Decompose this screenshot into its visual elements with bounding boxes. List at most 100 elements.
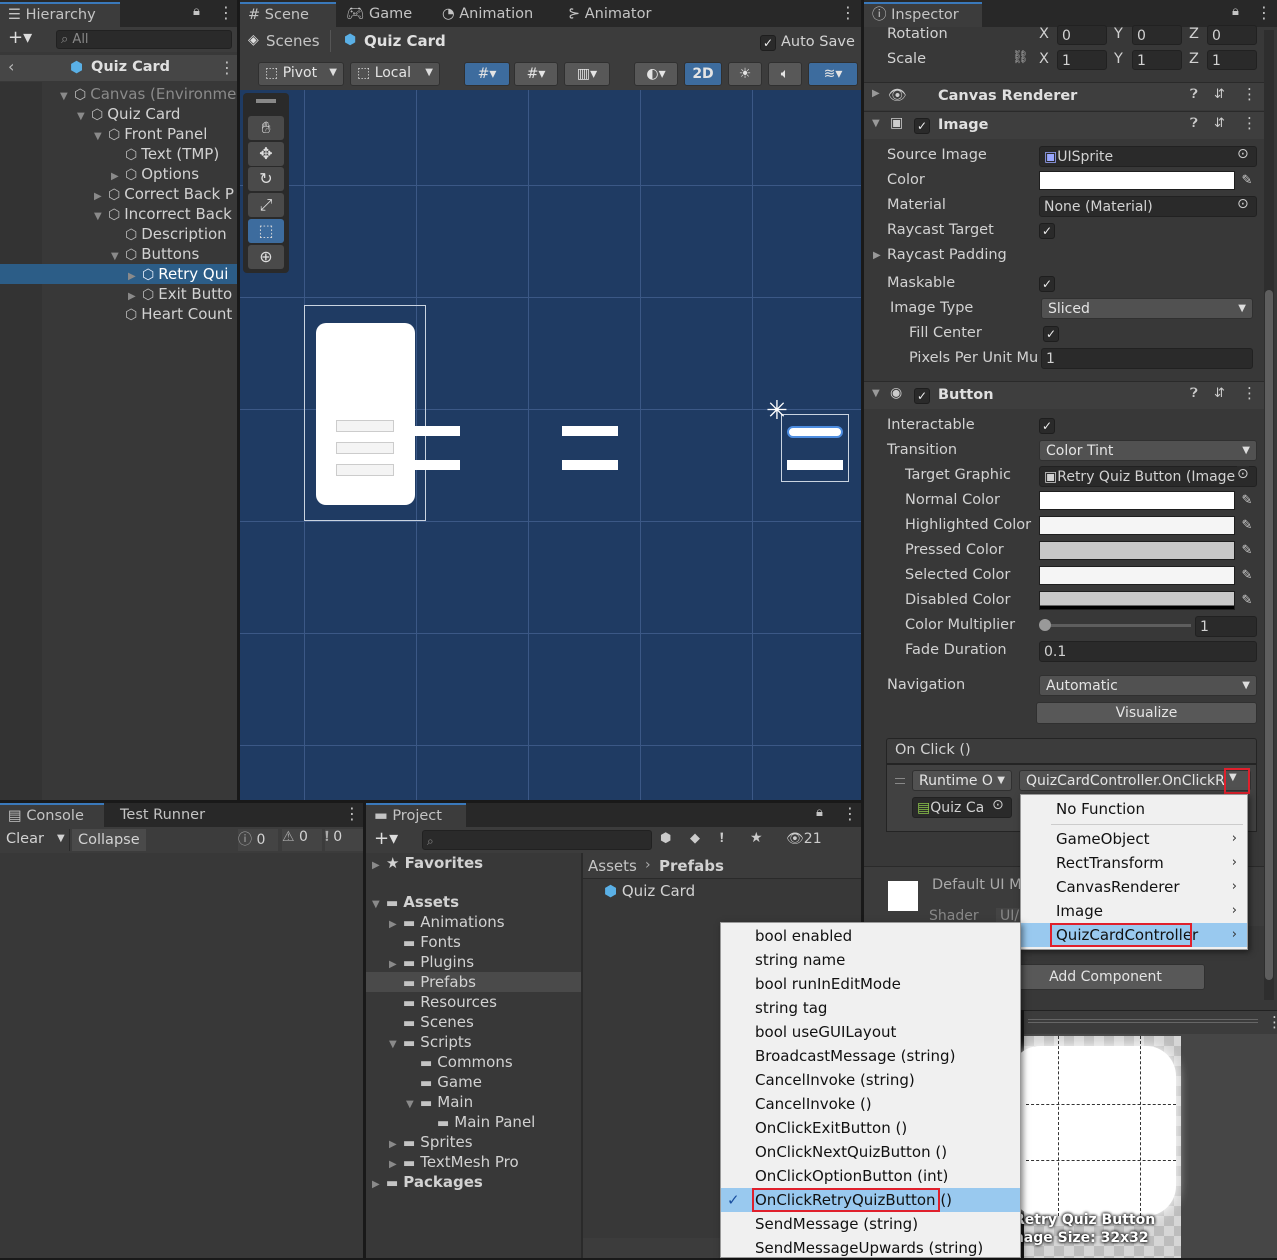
disabled-color-swatch[interactable]: [1039, 591, 1235, 610]
selected-color-swatch[interactable]: [1039, 566, 1235, 585]
project-folder-item[interactable]: ▬ Scenes: [366, 1012, 581, 1032]
breadcrumb-scenes[interactable]: Scenes: [266, 32, 320, 50]
project-folder-item[interactable]: ▬ Prefabs: [366, 972, 581, 992]
link-icon[interactable]: ⛓: [1012, 50, 1029, 65]
raycast-padding-label[interactable]: Raycast Padding: [887, 247, 1007, 263]
menu-item[interactable]: OnClickOptionButton (int): [721, 1164, 1020, 1188]
hierarchy-item[interactable]: ⬡ Heart Count: [0, 304, 237, 324]
help-icon[interactable]: ❓︎: [1190, 116, 1198, 131]
console-menu-icon[interactable]: [344, 804, 348, 823]
scene-button[interactable]: [404, 460, 460, 470]
project-search-input[interactable]: ⌕: [422, 830, 652, 850]
highlighted-color-swatch[interactable]: [1039, 516, 1235, 535]
back-icon[interactable]: ‹: [8, 57, 14, 76]
info-count-button[interactable]: ⓘ 0: [238, 829, 278, 851]
menu-item[interactable]: OnClickNextQuizButton (): [721, 1140, 1020, 1164]
auto-save-checkbox[interactable]: ✓: [760, 35, 776, 51]
preview-menu-icon[interactable]: ⋮: [1267, 1013, 1277, 1031]
component-menu-icon[interactable]: ⋮: [1242, 384, 1257, 402]
hidden-count[interactable]: 👁︎21: [786, 831, 822, 847]
hierarchy-item[interactable]: ▼ ⬡ Front Panel: [0, 124, 237, 144]
hierarchy-item[interactable]: ▼ ⬡ Quiz Card: [0, 104, 237, 124]
function-dropdown[interactable]: QuizCardController.OnClickR: [1019, 770, 1251, 791]
scene-button[interactable]: [404, 426, 460, 436]
hierarchy-item[interactable]: ▼ ⬡ Canvas (Environme: [0, 84, 237, 104]
menu-item[interactable]: Image ›: [1021, 899, 1247, 923]
eyedropper-icon[interactable]: ✎: [1237, 516, 1257, 536]
eyedropper-icon[interactable]: ✎: [1237, 591, 1257, 611]
project-folder-item[interactable]: ▶ ▬ TextMesh Pro: [366, 1152, 581, 1172]
project-folder-item[interactable]: ▬ Game: [366, 1072, 581, 1092]
image-component-header[interactable]: ▼ ▣ ✓ Image ❓︎ ⇵ ⋮: [864, 111, 1264, 139]
menu-item[interactable]: BroadcastMessage (string): [721, 1044, 1020, 1068]
pressed-color-swatch[interactable]: [1039, 541, 1235, 560]
tab-scene[interactable]: # Scene: [240, 2, 336, 27]
tab-inspector[interactable]: ⓘ Inspector: [864, 2, 982, 27]
pivot-dropdown[interactable]: ⬚ Pivot ▼: [258, 62, 344, 86]
search-by-type-icon[interactable]: ⬢: [660, 831, 671, 846]
hierarchy-item[interactable]: ⬡ Description: [0, 224, 237, 244]
preview-drag-handle[interactable]: [1028, 1019, 1258, 1023]
help-icon[interactable]: ❓︎: [1190, 386, 1198, 401]
layers-button[interactable]: ≋▾: [808, 62, 858, 86]
scene-button[interactable]: [562, 460, 618, 470]
project-folder-item[interactable]: ▬ Main Panel: [366, 1112, 581, 1132]
favorite-icon[interactable]: ★: [750, 830, 763, 846]
menu-item[interactable]: bool enabled: [721, 924, 1020, 948]
mode-2d-button[interactable]: 2D: [684, 62, 722, 86]
asset-quiz-card[interactable]: ⬢ Quiz Card: [604, 882, 695, 900]
hierarchy-item[interactable]: ▶ ⬡ Retry Qui: [0, 264, 237, 284]
move-tool-icon[interactable]: ✥: [248, 142, 284, 166]
button-component-header[interactable]: ▼ ◉ ✓ Button ❓︎ ⇵ ⋮: [864, 381, 1264, 409]
presets-icon[interactable]: ⇵: [1214, 386, 1225, 401]
image-type-dropdown[interactable]: Sliced ▼: [1041, 298, 1253, 319]
scene-tab-menu-icon[interactable]: [840, 3, 844, 22]
menu-item[interactable]: CanvasRenderer ›: [1021, 875, 1247, 899]
target-graphic-field[interactable]: ▣Retry Quiz Button (Image: [1039, 466, 1257, 487]
project-folder-item[interactable]: ▶ ▬ Plugins: [366, 952, 581, 972]
project-folder-item[interactable]: ▬ Commons: [366, 1052, 581, 1072]
raycast-target-checkbox[interactable]: ✓: [1039, 223, 1055, 239]
tab-hierarchy[interactable]: ☰ Hierarchy: [0, 2, 120, 27]
lock-icon[interactable]: 🔒︎: [193, 4, 200, 19]
lock-icon[interactable]: 🔒︎: [1232, 4, 1239, 19]
chevron-down-icon[interactable]: ▼: [57, 833, 65, 844]
favorites-item[interactable]: ▶ ★ Favorites: [372, 854, 483, 872]
normal-color-swatch[interactable]: [1039, 491, 1235, 510]
help-icon[interactable]: ❓︎: [1190, 87, 1198, 102]
menu-item[interactable]: OnClickRetryQuizButton () ✓: [721, 1188, 1020, 1212]
scale-tool-icon[interactable]: ⤢: [248, 193, 284, 217]
hierarchy-search-input[interactable]: ⌕ All: [56, 30, 232, 49]
project-folder-item[interactable]: ▼ ▬ Assets: [366, 892, 581, 912]
menu-item[interactable]: bool useGUILayout: [721, 1020, 1020, 1044]
clear-button[interactable]: Clear ▼: [0, 829, 70, 851]
local-dropdown[interactable]: ⬚ Local ▼: [350, 62, 440, 86]
eyedropper-icon[interactable]: ✎: [1237, 171, 1257, 191]
menu-item[interactable]: CancelInvoke (): [721, 1092, 1020, 1116]
lighting-button[interactable]: ☀: [728, 62, 762, 86]
eyedropper-icon[interactable]: ✎: [1237, 566, 1257, 586]
lock-icon[interactable]: 🔒︎: [816, 805, 823, 820]
tab-animator[interactable]: ⊱ Animator: [560, 2, 651, 27]
snap-increment-button[interactable]: #▾: [514, 62, 558, 86]
menu-item[interactable]: bool runInEditMode: [721, 972, 1020, 996]
hand-tool-icon[interactable]: ✋︎: [248, 116, 284, 140]
fill-center-checkbox[interactable]: ✓: [1043, 326, 1059, 342]
scale-z-field[interactable]: 1: [1207, 50, 1257, 70]
visualize-button[interactable]: Visualize: [1036, 702, 1257, 724]
menu-item[interactable]: GameObject ›: [1021, 827, 1247, 851]
source-image-field[interactable]: ▣UISprite: [1039, 146, 1257, 167]
hierarchy-item[interactable]: ▼ ⬡ Buttons: [0, 244, 237, 264]
add-component-button[interactable]: Add Component: [1006, 964, 1205, 990]
hierarchy-item[interactable]: ▶ ⬡ Options: [0, 164, 237, 184]
add-icon[interactable]: +▾: [8, 27, 32, 48]
object-picker-icon[interactable]: ⊙: [1237, 196, 1249, 212]
object-picker-icon[interactable]: ⊙: [1237, 146, 1249, 162]
tab-test-runner[interactable]: Test Runner: [112, 803, 205, 828]
fade-duration-field[interactable]: 0.1: [1039, 641, 1257, 662]
error-count-button[interactable]: ❗︎ 0: [325, 829, 363, 851]
eyedropper-icon[interactable]: ✎: [1237, 541, 1257, 561]
inspector-menu-icon[interactable]: [1256, 3, 1260, 22]
image-enabled-checkbox[interactable]: ✓: [914, 118, 930, 134]
menu-item[interactable]: string name: [721, 948, 1020, 972]
